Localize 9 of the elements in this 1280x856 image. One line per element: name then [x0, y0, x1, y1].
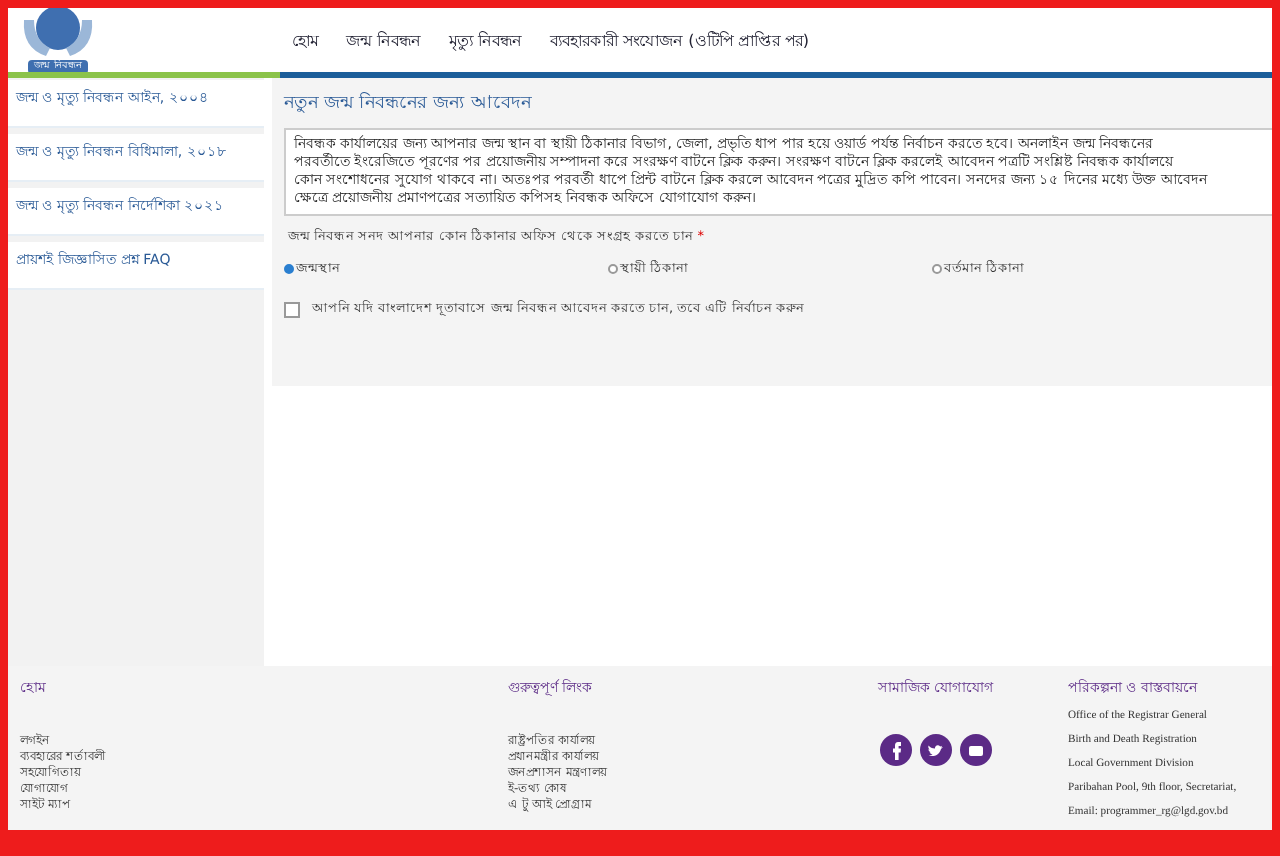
youtube-icon[interactable] — [960, 734, 992, 766]
nav-link[interactable]: জন্ম নিবন্ধন — [346, 27, 422, 53]
hands-globe-icon — [18, 8, 98, 59]
form-title: নতুন জন্ম নিবন্ধনের জন্য আবেদন — [284, 90, 534, 118]
facebook-icon[interactable] — [880, 734, 912, 766]
twitter-icon[interactable] — [920, 734, 952, 766]
nav-link[interactable]: হোম — [292, 27, 318, 53]
nav-link[interactable]: ব্যবহারকারী সংযোজন (ওটিপি প্রাপ্তির পর) — [550, 27, 810, 53]
nav-link[interactable]: মৃত্যু নিবন্ধন — [449, 27, 523, 53]
